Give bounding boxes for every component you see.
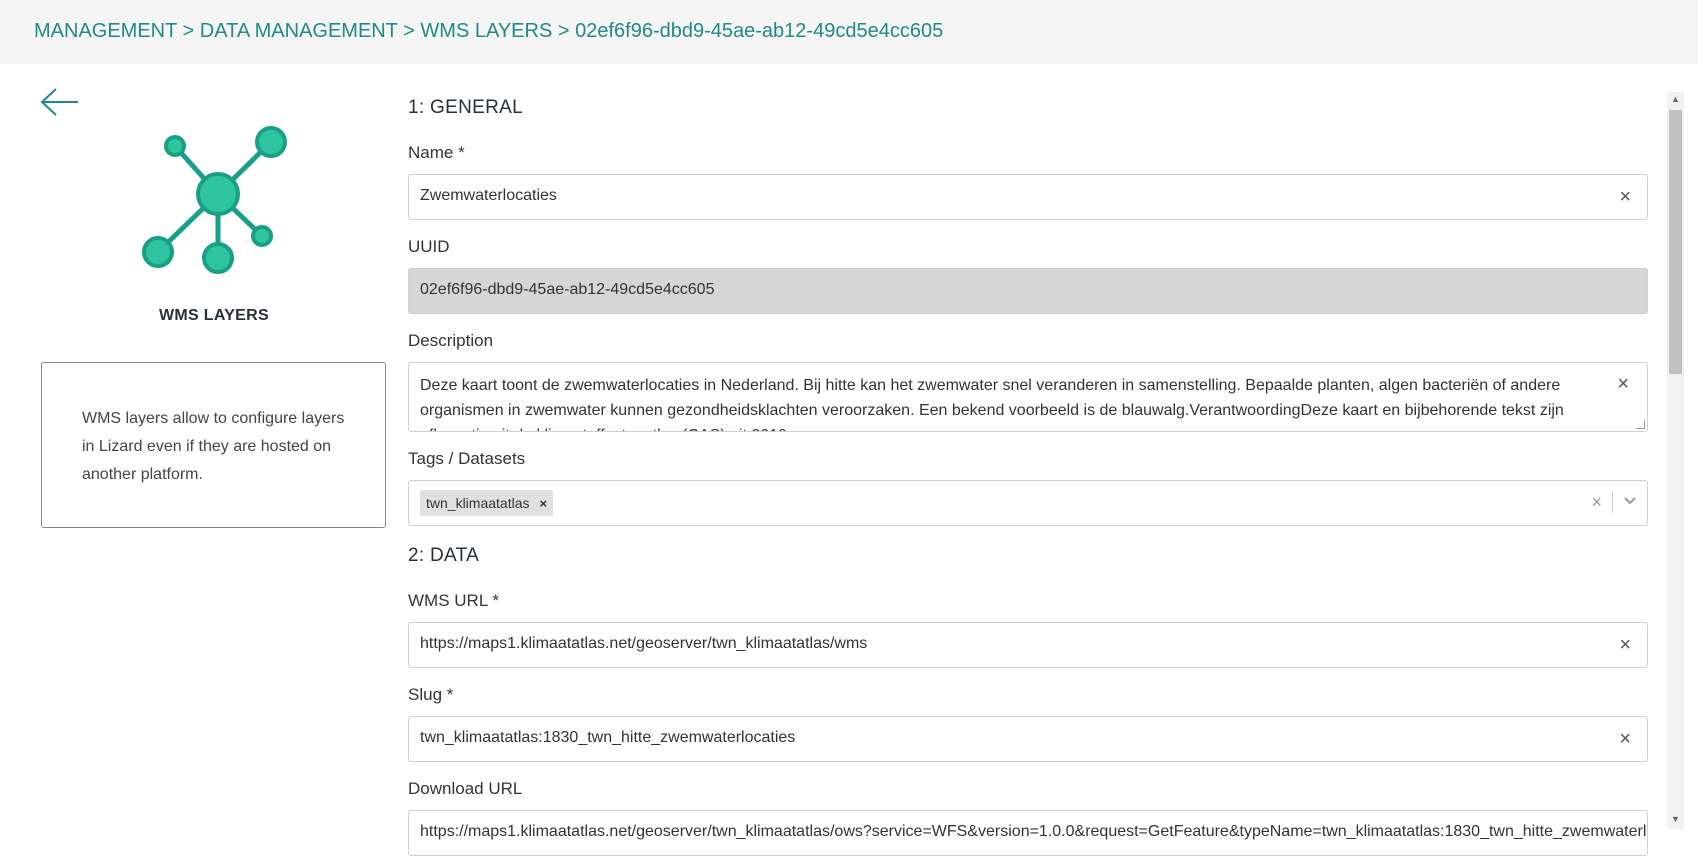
description-field[interactable]: Deze kaart toont de zwemwaterlocaties in… [408, 362, 1648, 432]
scroll-up-arrow[interactable]: ▲ [1671, 94, 1680, 104]
tag-remove-icon[interactable]: × [540, 496, 548, 511]
info-box: WMS layers allow to configure layers in … [41, 362, 386, 528]
scroll-down-arrow[interactable]: ▼ [1671, 814, 1680, 824]
breadcrumb-separator: > [557, 20, 570, 42]
description-value: Deze kaart toont de zwemwaterlocaties in… [420, 377, 1564, 431]
tags-select[interactable]: twn_klimaatatlas × × [408, 480, 1648, 526]
slug-label: Slug * [408, 685, 454, 704]
wms-url-label: WMS URL * [408, 591, 499, 610]
wms-url-field[interactable]: https://maps1.klimaatatlas.net/geoserver… [408, 622, 1648, 668]
uuid-field: 02ef6f96-dbd9-45ae-ab12-49cd5e4cc605 [408, 268, 1648, 314]
breadcrumb: MANAGEMENT > DATA MANAGEMENT > WMS LAYER… [34, 20, 943, 43]
wms-url-value: https://maps1.klimaatatlas.net/geoserver… [420, 635, 868, 652]
breadcrumb-item-wms-layers[interactable]: WMS LAYERS [420, 20, 552, 42]
scrollbar-thumb[interactable] [1669, 110, 1682, 374]
divider [1612, 491, 1613, 513]
section-title-data: 2: DATA [408, 545, 480, 566]
breadcrumb-separator: > [403, 20, 415, 42]
chevron-down-icon[interactable] [1623, 493, 1637, 511]
clear-icon[interactable]: × [1617, 373, 1629, 396]
breadcrumb-item-current: 02ef6f96-dbd9-45ae-ab12-49cd5e4cc605 [575, 20, 944, 42]
clear-icon[interactable]: × [1619, 634, 1631, 657]
select-controls: × [1591, 491, 1637, 513]
uuid-value: 02ef6f96-dbd9-45ae-ab12-49cd5e4cc605 [420, 281, 715, 298]
name-label: Name * [408, 143, 465, 162]
section-title-general: 1: GENERAL [408, 97, 523, 118]
tag-chip: twn_klimaatatlas × [420, 490, 554, 516]
description-label: Description [408, 331, 494, 350]
clear-icon[interactable]: × [1619, 186, 1631, 209]
slug-field[interactable]: twn_klimaatatlas:1830_twn_hitte_zwemwate… [408, 716, 1648, 762]
download-url-value: https://maps1.klimaatatlas.net/geoserver… [420, 823, 1648, 840]
clear-all-icon[interactable]: × [1591, 492, 1602, 513]
breadcrumb-separator: > [182, 20, 195, 42]
back-arrow-icon[interactable] [40, 86, 80, 118]
resize-handle[interactable] [1636, 420, 1645, 429]
breadcrumb-item-data-management[interactable]: DATA MANAGEMENT [200, 20, 398, 42]
top-bar: MANAGEMENT > DATA MANAGEMENT > WMS LAYER… [0, 0, 1698, 64]
tags-label: Tags / Datasets [408, 449, 526, 468]
sidebar-title: WMS LAYERS [159, 307, 269, 324]
download-url-label: Download URL [408, 779, 523, 798]
name-field[interactable]: Zwemwaterlocaties × [408, 174, 1648, 220]
breadcrumb-item-management[interactable]: MANAGEMENT [34, 20, 177, 42]
slug-value: twn_klimaatatlas:1830_twn_hitte_zwemwate… [420, 729, 796, 746]
clear-icon[interactable]: × [1619, 728, 1631, 751]
scrollbar[interactable]: ▲ ▼ [1667, 92, 1684, 829]
uuid-label: UUID [408, 237, 450, 256]
tag-chip-label: twn_klimaatatlas [426, 495, 530, 511]
download-url-field[interactable]: https://maps1.klimaatatlas.net/geoserver… [408, 810, 1648, 856]
network-nodes-icon [142, 126, 287, 274]
name-value: Zwemwaterlocaties [420, 187, 557, 204]
info-text: WMS layers allow to configure layers in … [82, 410, 345, 483]
